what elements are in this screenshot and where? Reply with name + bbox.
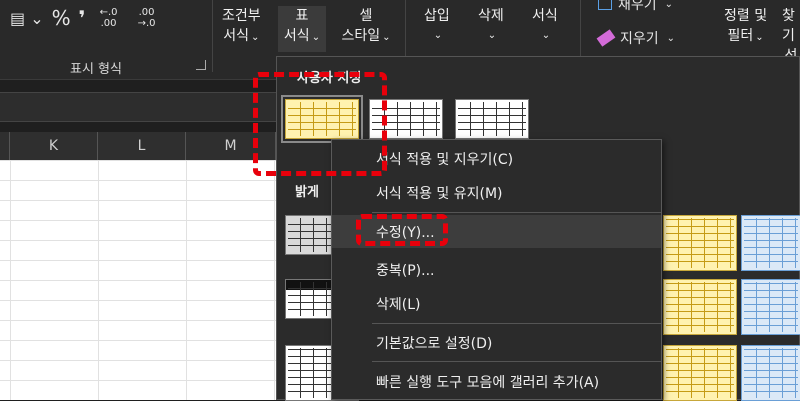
conditional-format-label-1: 조건부	[222, 8, 261, 24]
chevron-down-icon: ⌄	[311, 32, 321, 43]
find-select-label-1: 찾기	[782, 8, 795, 44]
chevron-down-icon: ⌄	[487, 30, 497, 41]
increase-decimal-button[interactable]: ←.0.00	[94, 7, 124, 29]
highlight-modify-item	[356, 214, 448, 246]
conditional-format-label-2: 서식	[223, 28, 249, 44]
column-header-l[interactable]: L	[98, 132, 186, 160]
conditional-format-button[interactable]: 조건부 서식 ⌄	[222, 6, 261, 48]
chevron-down-icon: ⌄	[433, 30, 443, 41]
chevron-down-icon: ⌄	[664, 0, 674, 10]
highlight-custom-style	[253, 72, 387, 176]
chevron-down-icon: ⌄	[541, 30, 551, 41]
insert-button[interactable]: 삽입 ⌄	[424, 6, 450, 46]
chevron-down-icon: ⌄	[666, 32, 676, 44]
insert-label: 삽입	[424, 8, 450, 24]
light-section-title: 밝게	[295, 185, 319, 200]
cell-styles-label-2: 스타일	[341, 28, 381, 44]
format-as-table-button[interactable]: 표 서식 ⌄	[278, 6, 326, 52]
menu-separator	[372, 212, 661, 213]
decrease-decimal-button[interactable]: .00 →.0	[132, 7, 162, 29]
column-header-edge	[0, 132, 10, 160]
light-table-style-blue-1[interactable]	[741, 215, 800, 271]
eraser-icon	[596, 29, 616, 47]
chevron-down-icon: ⌄	[755, 32, 764, 43]
column-header-k[interactable]: K	[10, 132, 98, 160]
light-table-style-blue-3[interactable]	[741, 345, 800, 401]
menu-item-duplicate[interactable]: 중복(P)...	[332, 253, 661, 286]
cell-styles-label-1: 셀	[359, 8, 373, 24]
fill-button[interactable]: 채우기 ⌄	[598, 0, 673, 14]
format-button[interactable]: 서식 ⌄	[532, 6, 558, 46]
number-format-launcher-icon[interactable]	[196, 60, 206, 70]
menu-item-add-to-quick-access[interactable]: 빠른 실행 도구 모음에 갤러리 추가(A)	[332, 365, 661, 398]
light-table-style-yellow-1[interactable]	[663, 215, 737, 271]
sort-filter-label-2: 필터	[727, 28, 754, 44]
delete-button[interactable]: 삭제 ⌄	[478, 6, 504, 46]
light-table-style-blue-2[interactable]	[741, 279, 800, 335]
light-table-style-yellow-2[interactable]	[663, 279, 737, 335]
ribbon-divider	[212, 0, 213, 72]
table-style-context-menu: 서식 적용 및 지우기(C) 서식 적용 및 유지(M) 수정(Y)... 중복…	[331, 139, 662, 400]
menu-item-delete[interactable]: 삭제(L)	[332, 287, 661, 320]
menu-item-set-default[interactable]: 기본값으로 설정(D)	[332, 326, 661, 359]
custom-table-style-3[interactable]	[455, 99, 529, 139]
chevron-down-icon: ⌄	[382, 32, 391, 43]
delete-label: 삭제	[478, 8, 504, 24]
cell-styles-button[interactable]: 셀 스타일 ⌄	[334, 6, 398, 48]
fill-down-icon	[598, 0, 612, 10]
format-label: 서식	[532, 8, 558, 24]
fill-label: 채우기	[618, 0, 657, 13]
sort-filter-button[interactable]: 정렬 및 필터 ⌄	[724, 6, 767, 48]
comma-style-button[interactable]: ❜	[79, 6, 86, 30]
menu-item-apply-keep[interactable]: 서식 적용 및 유지(M)	[332, 176, 661, 209]
number-format-group-label: 표시 형식	[70, 62, 122, 77]
format-as-table-label-1: 표	[295, 8, 309, 24]
format-as-table-label-2: 서식	[283, 28, 310, 44]
number-format-group: ▤ ⌄ % ❜ ←.0.00 .00 →.0	[10, 6, 162, 30]
menu-separator	[372, 323, 661, 324]
clear-button[interactable]: 지우기 ⌄	[596, 28, 676, 48]
light-table-style-yellow-3[interactable]	[663, 345, 737, 401]
percent-button[interactable]: %	[52, 6, 71, 30]
chevron-down-icon: ⌄	[251, 32, 260, 43]
sort-filter-label-1: 정렬 및	[724, 8, 768, 24]
currency-icon[interactable]: ▤ ⌄	[10, 9, 44, 28]
menu-separator	[372, 361, 661, 362]
clear-label: 지우기	[620, 31, 659, 47]
worksheet-grid[interactable]	[0, 160, 280, 400]
